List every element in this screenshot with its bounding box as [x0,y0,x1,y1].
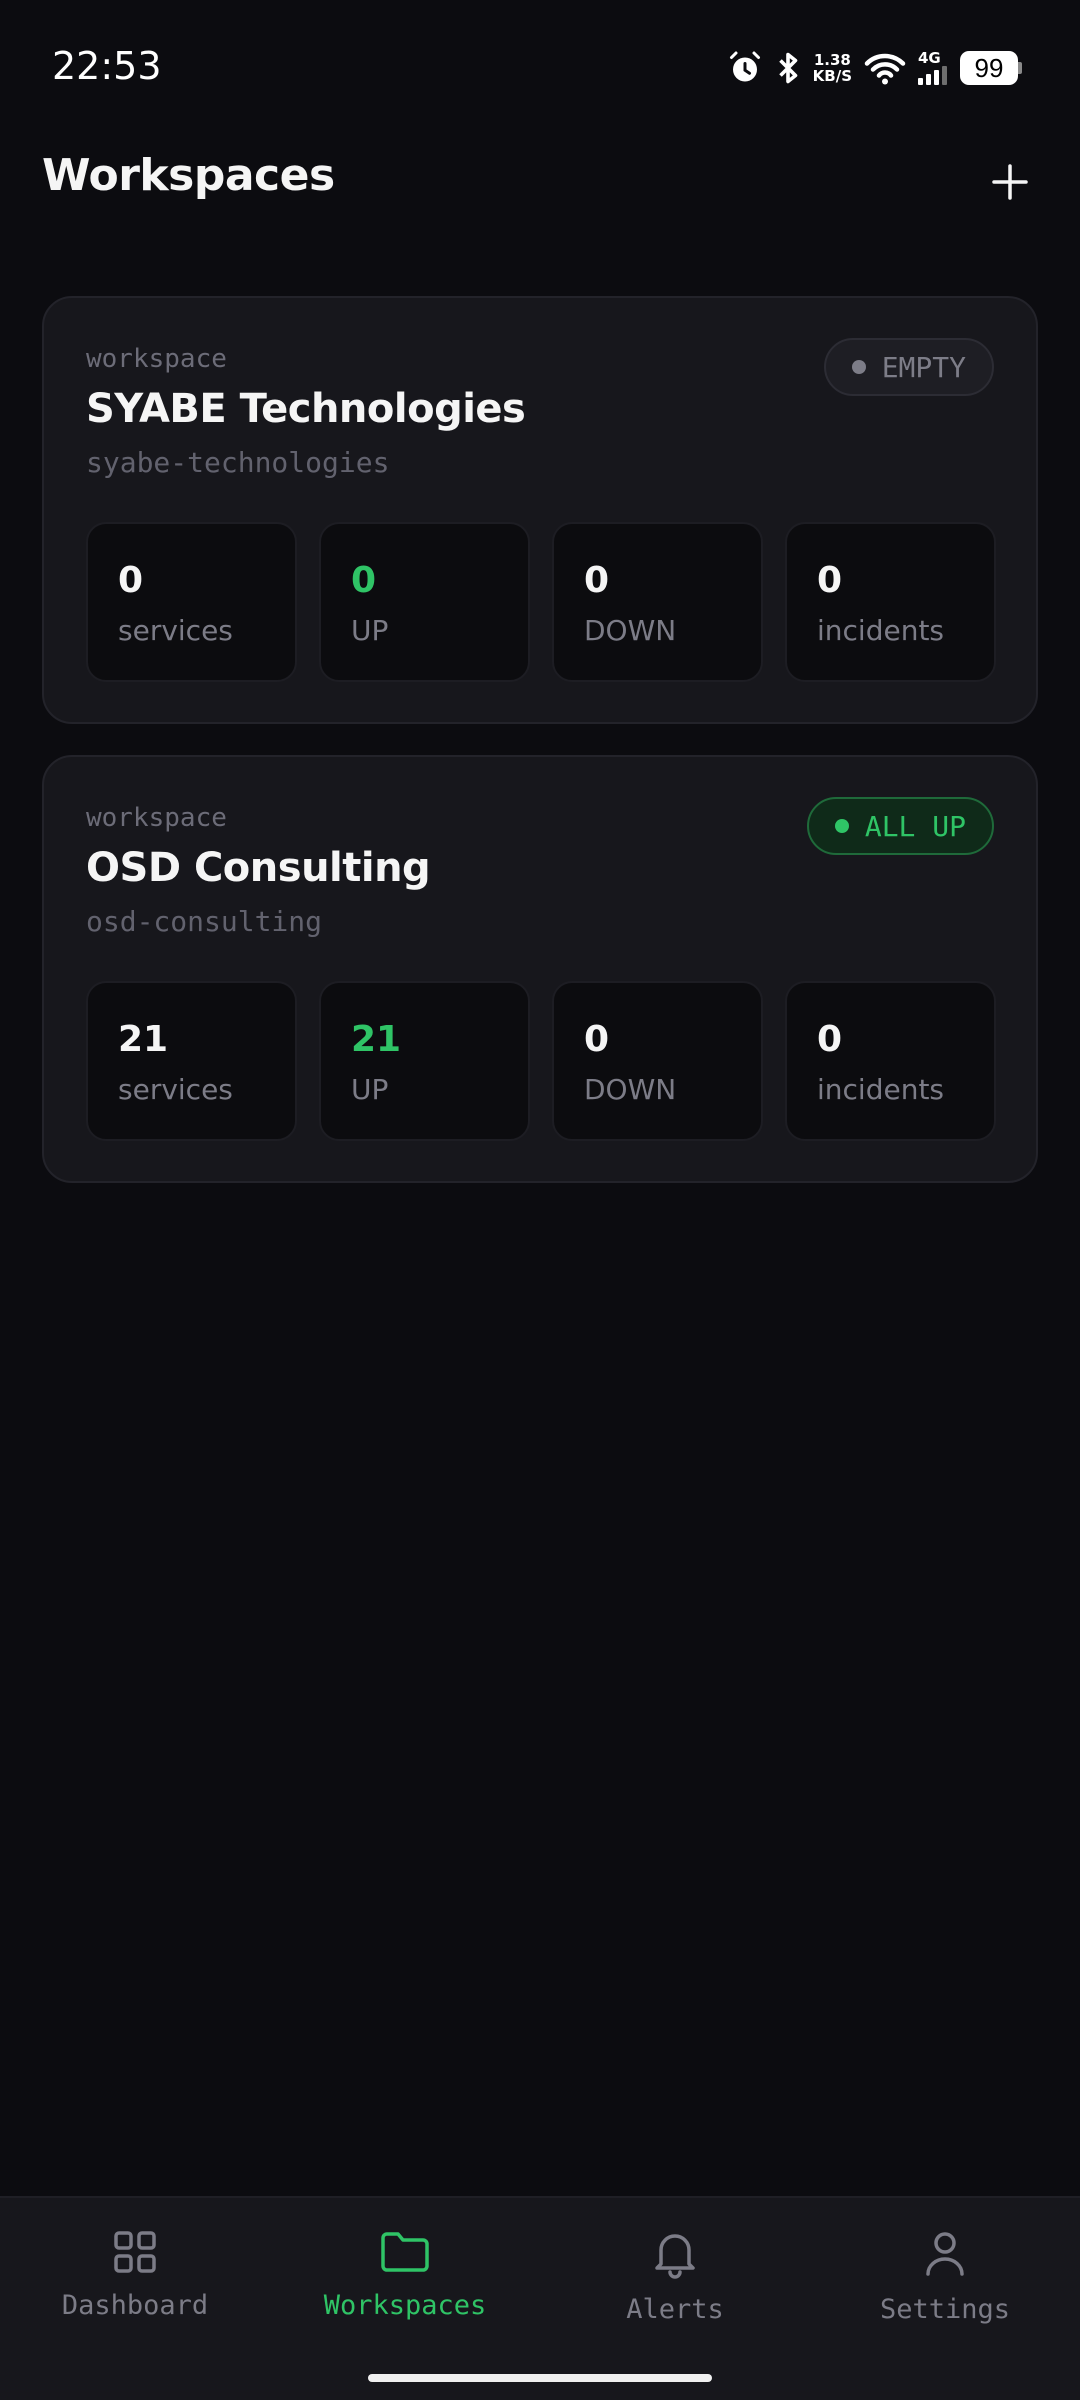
user-icon [926,2232,964,2276]
bottom-nav: Dashboard Workspaces Alerts Settings [0,2196,1080,2400]
stat-value: 0 [118,560,144,601]
nav-item-dashboard[interactable]: Dashboard [0,2228,270,2348]
stat-down: 0 DOWN [552,981,763,1141]
status-badge-label: ALL UP [864,809,966,843]
stat-incidents: 0 incidents [785,522,996,682]
status-bar: 22:53 1.38 KB/S 4G 99 [0,0,1080,130]
home-indicator[interactable] [368,2374,712,2382]
status-time: 22:53 [52,44,162,88]
alarm-icon [727,50,763,86]
stat-value: 0 [817,560,843,601]
plus-icon [992,164,1028,200]
workspace-kicker: workspace [86,803,227,833]
workspace-stats: 21 services 21 UP 0 DOWN 0 incidents [86,981,996,1141]
stat-value: 21 [351,1019,402,1060]
nav-item-settings[interactable]: Settings [810,2228,1080,2348]
folder-icon [381,2232,429,2272]
nav-label: Alerts [626,2294,724,2325]
battery-level: 99 [960,51,1018,85]
nav-label: Workspaces [323,2290,487,2321]
workspace-slug: osd-consulting [86,905,323,938]
status-icons: 1.38 KB/S 4G 99 [727,48,1022,88]
signal-bars-icon [918,66,947,85]
stat-value: 0 [817,1019,843,1060]
stat-incidents: 0 incidents [785,981,996,1141]
battery-tip [1018,62,1022,74]
nav-item-workspaces[interactable]: Workspaces [270,2228,540,2348]
stat-up: 21 UP [319,981,530,1141]
status-badge-label: EMPTY [881,350,966,384]
cellular-signal: 4G [918,51,948,85]
stat-label: services [118,1073,233,1106]
stat-label: DOWN [584,614,677,647]
nav-label: Dashboard [61,2290,209,2321]
status-badge: EMPTY [823,338,994,396]
workspace-kicker: workspace [86,344,227,374]
stat-services: 0 services [86,522,297,682]
stat-up: 0 UP [319,522,530,682]
stat-label: DOWN [584,1073,677,1106]
speed-unit: KB/S [812,67,852,85]
stat-value: 0 [351,560,377,601]
status-dot [834,819,849,833]
bell-icon [655,2234,695,2279]
stat-label: incidents [817,1073,945,1106]
workspace-name: OSD Consulting [86,845,431,891]
stat-value: 0 [584,560,610,601]
stat-value: 21 [118,1019,169,1060]
stat-value: 0 [584,1019,610,1060]
add-workspace-button[interactable] [982,154,1038,210]
nav-label: Settings [879,2294,1011,2325]
workspace-card[interactable]: workspace OSD Consulting osd-consulting … [42,755,1038,1183]
network-speed: 1.38 KB/S [813,52,852,84]
network-type: 4G [918,49,941,67]
stat-label: services [118,614,233,647]
nav-item-alerts[interactable]: Alerts [540,2228,810,2348]
status-badge: ALL UP [806,797,994,855]
workspace-stats: 0 services 0 UP 0 DOWN 0 incidents [86,522,996,682]
status-dot [851,360,866,374]
wifi-icon [864,50,906,86]
grid-icon [114,2231,156,2273]
stat-services: 21 services [86,981,297,1141]
battery-indicator: 99 [960,51,1022,85]
workspace-name: SYABE Technologies [86,386,526,432]
header: Workspaces [42,150,1038,214]
workspace-slug: syabe-technologies [86,446,390,479]
stat-label: UP [351,614,389,647]
speed-value: 1.38 [813,51,851,69]
page-title: Workspaces [42,150,335,201]
bluetooth-icon [775,50,801,86]
workspace-card[interactable]: workspace SYABE Technologies syabe-techn… [42,296,1038,724]
stat-label: UP [351,1073,389,1106]
stat-label: incidents [817,614,945,647]
stat-down: 0 DOWN [552,522,763,682]
